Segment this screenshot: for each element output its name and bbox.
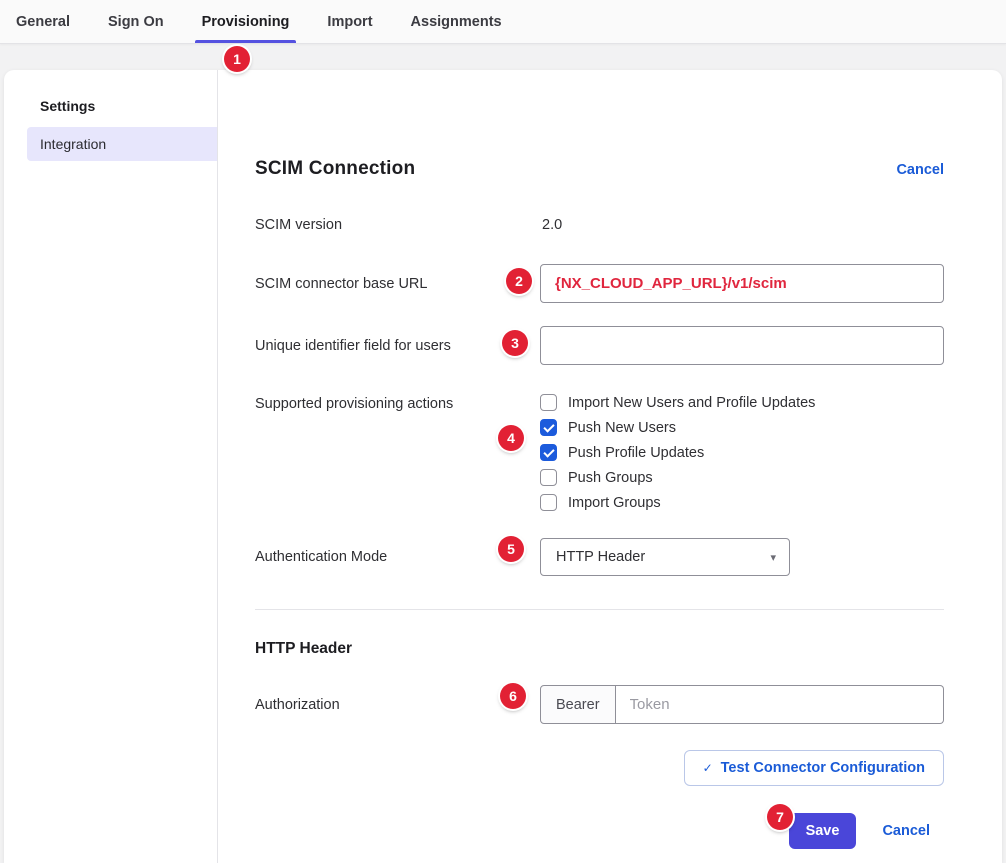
check-icon: ✓	[703, 761, 713, 775]
scim-connection-panel: SCIM Connection Cancel SCIM version 2.0 …	[218, 70, 1002, 863]
cancel-button[interactable]: Cancel	[882, 823, 930, 839]
checkbox-push-new-users[interactable]: Push New Users	[540, 419, 944, 436]
step-badge-5: 5	[498, 536, 524, 562]
checkbox-box[interactable]	[540, 494, 557, 511]
tab-assignments[interactable]: Assignments	[411, 0, 502, 43]
page: General Sign On Provisioning Import Assi…	[0, 0, 1006, 863]
step-badge-6: 6	[500, 683, 526, 709]
test-connector-label: Test Connector Configuration	[721, 760, 925, 776]
auth-mode-value: HTTP Header	[556, 549, 645, 565]
checkbox-push-profile-updates[interactable]: Push Profile Updates	[540, 444, 944, 461]
checkbox-label: Import New Users and Profile Updates	[568, 395, 815, 411]
provisioning-actions-list: Import New Users and Profile Updates Pus…	[540, 394, 944, 511]
save-button[interactable]: Save	[789, 813, 857, 849]
step-badge-4: 4	[498, 425, 524, 451]
checkbox-label: Push Profile Updates	[568, 445, 704, 461]
base-url-input[interactable]	[540, 264, 944, 303]
checkbox-box[interactable]	[540, 394, 557, 411]
test-connector-button[interactable]: ✓ Test Connector Configuration	[684, 750, 944, 786]
unique-identifier-input[interactable]	[540, 326, 944, 365]
checkbox-label: Import Groups	[568, 495, 661, 511]
base-url-label: SCIM connector base URL	[255, 276, 540, 292]
provisioning-card: Settings Integration SCIM Connection Can…	[4, 70, 1002, 863]
checkbox-label: Push Groups	[568, 470, 653, 486]
sidebar: Settings Integration	[4, 70, 218, 863]
checkbox-box[interactable]	[540, 469, 557, 486]
step-badge-1: 1	[224, 46, 250, 72]
cancel-link-top[interactable]: Cancel	[896, 162, 944, 178]
section-divider	[255, 609, 944, 610]
bearer-prefix: Bearer	[540, 685, 616, 724]
tab-general[interactable]: General	[16, 0, 70, 43]
sidebar-item-integration[interactable]: Integration	[27, 127, 217, 161]
token-input[interactable]	[616, 685, 944, 724]
sidebar-header-settings: Settings	[4, 98, 217, 114]
unique-identifier-label: Unique identifier field for users	[255, 338, 540, 354]
authorization-label: Authorization	[255, 697, 540, 713]
step-badge-7: 7	[767, 804, 793, 830]
step-badge-2: 2	[506, 268, 532, 294]
checkbox-box[interactable]	[540, 419, 557, 436]
checkbox-push-groups[interactable]: Push Groups	[540, 469, 944, 486]
step-badge-3: 3	[502, 330, 528, 356]
checkbox-import-groups[interactable]: Import Groups	[540, 494, 944, 511]
scim-version-label: SCIM version	[255, 217, 540, 233]
checkbox-label: Push New Users	[568, 420, 676, 436]
checkbox-box[interactable]	[540, 444, 557, 461]
auth-mode-select[interactable]: HTTP Header ▾	[540, 538, 790, 576]
checkbox-import-new-users[interactable]: Import New Users and Profile Updates	[540, 394, 944, 411]
app-tab-bar: General Sign On Provisioning Import Assi…	[0, 0, 1006, 44]
tab-sign-on[interactable]: Sign On	[108, 0, 164, 43]
tab-import[interactable]: Import	[327, 0, 372, 43]
chevron-down-icon: ▾	[770, 551, 776, 564]
tab-provisioning[interactable]: Provisioning	[202, 0, 290, 43]
authorization-input-group: Bearer	[540, 685, 944, 724]
http-header-section-title: HTTP Header	[255, 640, 944, 658]
scim-version-value: 2.0	[540, 217, 944, 233]
page-title: SCIM Connection	[255, 158, 415, 180]
provisioning-actions-label: Supported provisioning actions	[255, 396, 540, 412]
